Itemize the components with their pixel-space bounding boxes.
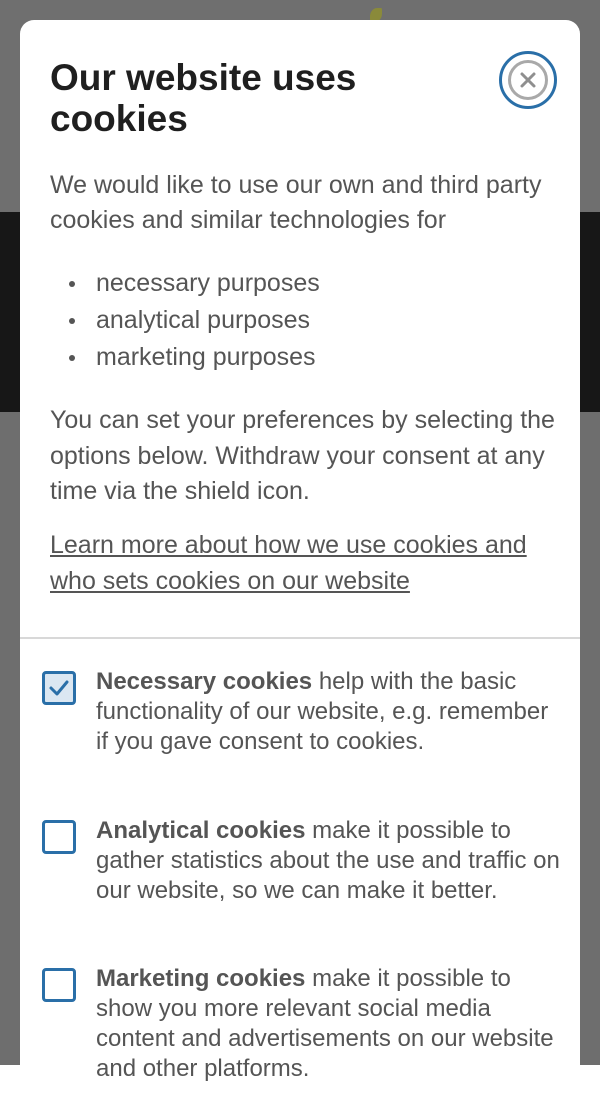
dialog-title: Our website uses cookies bbox=[50, 57, 357, 139]
divider bbox=[20, 637, 580, 639]
purpose-item: analytical purposes bbox=[50, 302, 530, 339]
marketing-label: Marketing cookies bbox=[96, 965, 306, 992]
necessary-checkbox[interactable] bbox=[42, 671, 76, 705]
analytical-checkbox[interactable] bbox=[42, 820, 76, 854]
cookie-consent-dialog: Our website uses cookies We would like t… bbox=[20, 20, 580, 1100]
necessary-description: Necessary cookies help with the basic fu… bbox=[96, 667, 566, 757]
intro-text: We would like to use our own and third p… bbox=[50, 171, 542, 234]
checkmark-icon bbox=[49, 680, 69, 696]
necessary-label: Necessary cookies bbox=[96, 668, 313, 695]
preferences-text: You can set your preferences by selectin… bbox=[50, 406, 555, 505]
purpose-list: necessary purposes analytical purposes m… bbox=[50, 265, 530, 376]
marketing-checkbox[interactable] bbox=[42, 968, 76, 1002]
purpose-item: marketing purposes bbox=[50, 339, 530, 376]
close-button[interactable] bbox=[499, 51, 557, 109]
learn-more-link[interactable]: Learn more about how we use cookies and … bbox=[50, 528, 530, 599]
purpose-item: necessary purposes bbox=[50, 265, 530, 302]
analytical-description: Analytical cookies make it possible to g… bbox=[96, 816, 566, 906]
analytical-label: Analytical cookies bbox=[96, 817, 306, 844]
close-icon bbox=[508, 60, 548, 100]
marketing-description: Marketing cookies make it possible to sh… bbox=[96, 964, 566, 1084]
